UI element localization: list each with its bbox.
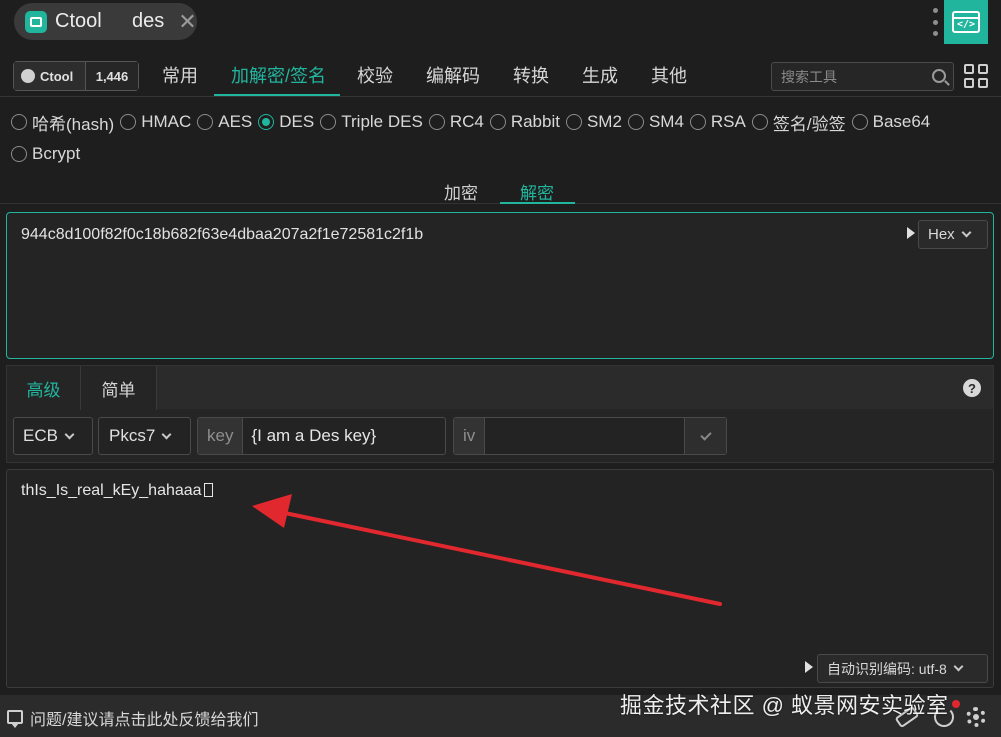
grid-icon[interactable] [964, 64, 988, 88]
radio-hmac[interactable]: HMAC [120, 112, 191, 132]
search-box[interactable] [771, 62, 954, 91]
watermark: 掘金技术社区 @ 蚁景网安实验室 [620, 693, 949, 718]
title-bar: Ctool des ✕ </> [0, 0, 1001, 46]
app-logo-icon [25, 10, 47, 33]
doc-tab-label: des [132, 10, 165, 32]
tab-encrypt[interactable]: 加密 [444, 179, 478, 204]
block-mode-value: ECB [23, 426, 58, 445]
radio-aes[interactable]: AES [197, 112, 252, 132]
block-mode-select[interactable]: ECB [13, 417, 93, 455]
iv-label: iv [454, 418, 486, 454]
close-icon[interactable]: ✕ [178, 10, 196, 33]
nav-item-convert[interactable]: 转换 [513, 62, 549, 88]
algorithm-radio-group: 哈希(hash) HMAC AES DES Triple DES RC4 Rab… [11, 110, 996, 174]
notification-dot [952, 700, 960, 708]
chevron-down-icon [961, 227, 972, 238]
key-field[interactable]: key [197, 417, 446, 455]
github-icon [21, 69, 35, 83]
doc-tab[interactable]: des ✕ [118, 3, 197, 40]
nav-item-other[interactable]: 其他 [651, 62, 687, 88]
input-format-value: Hex [928, 226, 955, 243]
plaintext-output[interactable]: thIs_Is_real_kEy_hahaaa 自动识别编码: utf-8 [6, 469, 994, 688]
feedback-link[interactable]: 问题/建议请点击此处反馈给我们 [30, 706, 258, 730]
key-label: key [198, 418, 244, 454]
github-badge[interactable]: Ctool 1,446 [13, 61, 139, 91]
radio-bcrypt[interactable]: Bcrypt [11, 144, 80, 164]
radio-rsa[interactable]: RSA [689, 112, 746, 132]
settings-tabs: 高级 简单 ? [7, 366, 993, 410]
code-view-icon[interactable]: </> [944, 0, 988, 44]
radio-sign-verify[interactable]: 签名/验签 [751, 110, 846, 135]
radio-hash[interactable]: 哈希(hash) [11, 110, 114, 135]
check-icon [699, 428, 712, 441]
ciphertext-value[interactable]: 944c8d100f82f0c18b682f63e4dbaa207a2f1e72… [21, 226, 423, 244]
nav-item-generate[interactable]: 生成 [582, 62, 618, 88]
kebab-menu-icon[interactable] [931, 8, 939, 36]
radio-rabbit[interactable]: Rabbit [489, 112, 560, 132]
settings-panel: 高级 简单 ? ECB Pkcs7 key iv [6, 365, 994, 463]
app-tab[interactable]: Ctool [14, 3, 126, 40]
ciphertext-input[interactable]: 944c8d100f82f0c18b682f63e4dbaa207a2f1e72… [6, 212, 994, 359]
tab-advanced[interactable]: 高级 [7, 366, 80, 410]
unprintable-char-glyph [203, 483, 213, 497]
chevron-down-icon [64, 429, 75, 439]
output-encoding-select[interactable]: 自动识别编码: utf-8 [817, 654, 988, 683]
output-encoding-value: 自动识别编码: utf-8 [827, 660, 947, 677]
play-icon[interactable] [805, 661, 813, 673]
radio-sm2[interactable]: SM2 [565, 112, 622, 132]
nav-item-common[interactable]: 常用 [162, 62, 198, 88]
search-icon[interactable] [932, 69, 946, 83]
key-input[interactable] [243, 418, 444, 454]
radio-rc4[interactable]: RC4 [428, 112, 484, 132]
iv-field[interactable]: iv [453, 417, 727, 455]
plaintext-value: thIs_Is_real_kEy_hahaaa [21, 482, 202, 499]
tab-decrypt[interactable]: 解密 [520, 179, 554, 204]
padding-value: Pkcs7 [109, 426, 156, 445]
plaintext-line[interactable]: thIs_Is_real_kEy_hahaaa [21, 482, 213, 500]
chevron-down-icon [953, 661, 964, 672]
radio-sm4[interactable]: SM4 [627, 112, 684, 132]
radio-des[interactable]: DES [258, 112, 314, 132]
tab-simple[interactable]: 简单 [80, 366, 157, 410]
iv-input[interactable] [485, 418, 676, 454]
iv-confirm-button[interactable] [684, 418, 726, 454]
feedback-icon[interactable] [7, 710, 23, 728]
github-repo-name: Ctool [40, 68, 74, 84]
mode-active-indicator [500, 202, 575, 204]
padding-select[interactable]: Pkcs7 [98, 417, 191, 455]
app-tab-label: Ctool [55, 10, 102, 32]
category-nav: Ctool 1,446 常用 加解密/签名 校验 编解码 转换 生成 其他 [0, 56, 1001, 97]
radio-triple-des[interactable]: Triple DES [320, 112, 423, 132]
gear-icon[interactable] [966, 707, 986, 727]
chevron-down-icon [161, 429, 172, 439]
nav-active-indicator [214, 94, 340, 96]
play-icon[interactable] [907, 227, 915, 239]
nav-item-checksum[interactable]: 校验 [357, 62, 393, 88]
nav-item-crypto[interactable]: 加解密/签名 [231, 62, 326, 88]
radio-base64[interactable]: Base64 [851, 112, 930, 132]
input-format-select[interactable]: Hex [918, 220, 988, 249]
nav-item-codec[interactable]: 编解码 [426, 62, 480, 88]
search-input[interactable] [781, 68, 926, 85]
github-stars: 1,446 [86, 62, 138, 90]
help-icon[interactable]: ? [963, 379, 981, 397]
